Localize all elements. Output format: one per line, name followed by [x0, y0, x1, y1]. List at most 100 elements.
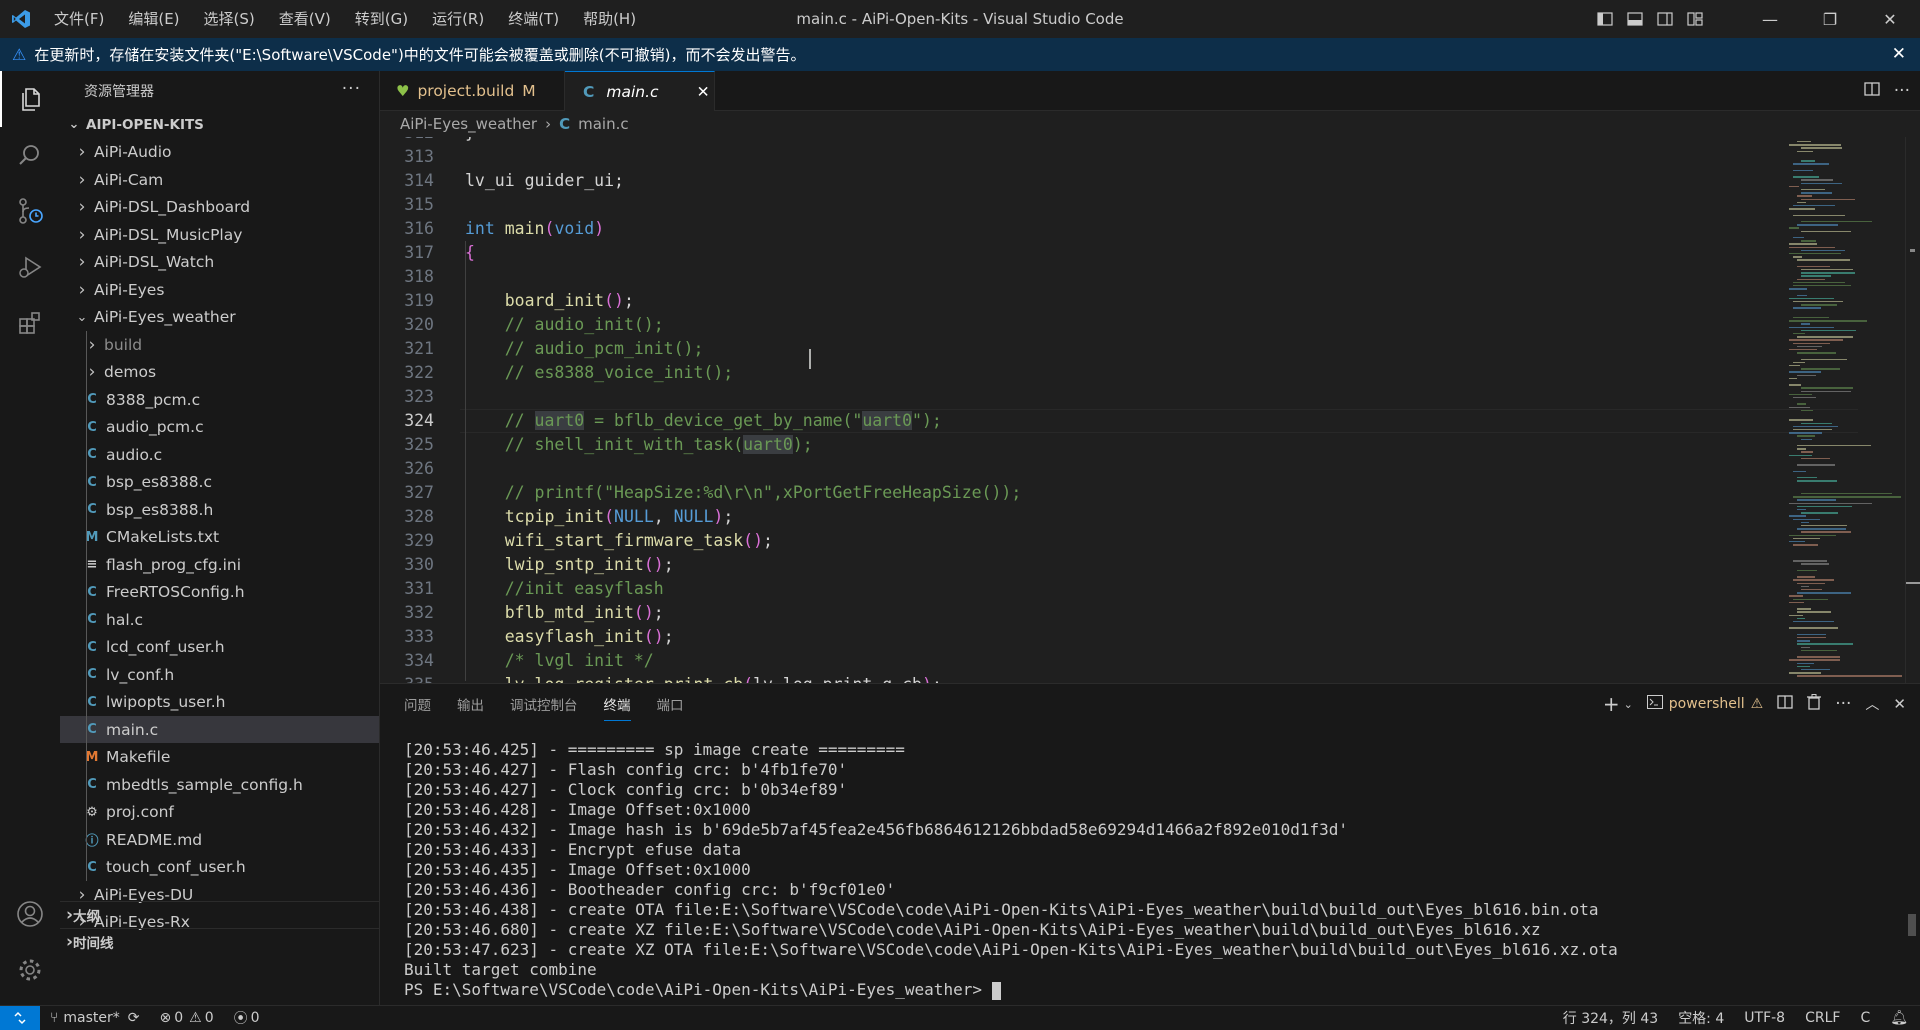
language-mode[interactable]: C [1860, 1010, 1870, 1026]
minimap[interactable] [1785, 137, 1905, 683]
line-number: 320 [404, 315, 434, 334]
tree-file[interactable]: Chal.c [60, 606, 379, 633]
panel-tab-output[interactable]: 输出 [457, 688, 484, 720]
extensions-icon[interactable] [0, 295, 60, 351]
menu-view[interactable]: 查看(V) [267, 0, 343, 38]
tree-file[interactable]: Clwipopts_user.h [60, 689, 379, 716]
maximize-panel-chevron-up-icon[interactable]: ︿ [1865, 694, 1879, 714]
tree-file[interactable]: Caudio_pcm.c [60, 414, 379, 441]
breadcrumb-file[interactable]: main.c [578, 115, 629, 133]
chevron-down-icon[interactable]: ⌄ [1624, 698, 1633, 711]
more-actions-icon[interactable]: ··· [1835, 694, 1851, 714]
tree-file[interactable]: C 8388_pcm.c [60, 386, 379, 413]
tab-project-build[interactable]: ♥ project.build M [380, 71, 565, 111]
git-branch[interactable]: master* [63, 1010, 119, 1026]
panel-tab-problems[interactable]: 问题 [404, 688, 431, 720]
run-debug-icon[interactable] [0, 239, 60, 295]
close-window-button[interactable]: ✕ [1860, 0, 1920, 38]
notifications-bell-icon[interactable]: 🔔︎ [1890, 1010, 1908, 1026]
toggle-secondary-sidebar-icon[interactable] [1650, 0, 1680, 38]
minimap-line [1797, 265, 1830, 268]
terminal-output[interactable]: [20:53:46.425] - ========= sp image crea… [404, 740, 1618, 1000]
editor-scrollbar[interactable] [1905, 137, 1920, 683]
banner-close-button[interactable]: ✕ [1892, 44, 1906, 64]
source-control-icon[interactable] [0, 183, 60, 239]
split-editor-icon[interactable] [1864, 81, 1880, 101]
end-of-line[interactable]: CRLF [1805, 1010, 1840, 1026]
indentation[interactable]: 空格: 4 [1678, 1008, 1724, 1028]
menu-file[interactable]: 文件(F) [42, 0, 116, 38]
tree-file[interactable]: ⚙ proj.conf [60, 799, 379, 826]
settings-gear-icon[interactable] [0, 942, 60, 998]
tab-main-c[interactable]: C main.c ✕ [565, 71, 715, 111]
terminal-scrollbar[interactable] [1908, 914, 1916, 936]
menu-selection[interactable]: 选择(S) [192, 0, 267, 38]
restore-button[interactable]: ❐ [1800, 0, 1860, 38]
terminal-shell-name[interactable]: powershell [1669, 696, 1745, 712]
line-number: 327 [404, 483, 434, 502]
terminal-prompt-line[interactable]: PS E:\Software\VSCode\code\AiPi-Open-Kit… [404, 980, 1618, 1000]
tree-file[interactable]: ⓘ README.md [60, 826, 379, 853]
ports-count[interactable]: 0 [251, 1010, 260, 1026]
panel-tab-debug-console[interactable]: 调试控制台 [510, 688, 578, 720]
panel-tab-ports[interactable]: 端口 [657, 688, 684, 720]
tab-label: main.c [606, 82, 659, 101]
kill-terminal-trash-icon[interactable] [1807, 694, 1822, 714]
tree-file[interactable]: Clcd_conf_user.h [60, 634, 379, 661]
more-actions-icon[interactable]: ··· [1894, 81, 1910, 101]
menu-edit[interactable]: 编辑(E) [116, 0, 191, 38]
tree-folder[interactable]: › AiPi-DSL_Watch [60, 249, 379, 276]
tree-file[interactable]: Cbsp_es8388.h [60, 496, 379, 523]
tree-file[interactable]: Clv_conf.h [60, 661, 379, 688]
explorer-icon[interactable] [0, 71, 60, 127]
tree-file[interactable]: C FreeRTOSConfig.h [60, 579, 379, 606]
remote-indicator-icon[interactable] [0, 1006, 40, 1030]
tree-file[interactable]: M Makefile [60, 744, 379, 771]
tree-file[interactable]: ≡ flash_prog_cfg.ini [60, 551, 379, 578]
accounts-icon[interactable] [0, 886, 60, 942]
toggle-primary-sidebar-icon[interactable] [1590, 0, 1620, 38]
toggle-panel-icon[interactable] [1620, 0, 1650, 38]
minimize-button[interactable]: — [1740, 0, 1800, 38]
tree-root-folder[interactable]: ⌄ AIPI-OPEN-KITS [60, 111, 379, 138]
code-editor[interactable]: 312} 313 314 lv_ui guider_ui; 315 316 int main… [380, 137, 1920, 683]
tree-folder[interactable]: › AiPi-Eyes [60, 276, 379, 303]
close-panel-icon[interactable]: ✕ [1893, 695, 1906, 713]
sync-icon[interactable]: ⟳ [128, 1010, 140, 1026]
status-bar: ⑂ master* ⟳ ⊗ 0 ⚠ 0 ⦿ 0 行 324，列 43 空格: 4… [0, 1005, 1920, 1030]
cursor-position[interactable]: 行 324，列 43 [1563, 1008, 1658, 1028]
tree-folder[interactable]: › AiPi-Cam [60, 166, 379, 193]
explorer-more-actions[interactable]: ··· [342, 79, 361, 99]
tree-folder[interactable]: › AiPi-DSL_MusicPlay [60, 221, 379, 248]
split-terminal-icon[interactable] [1777, 694, 1793, 714]
tree-file[interactable]: Cbsp_es8388.c [60, 469, 379, 496]
tree-file[interactable]: Cmain.c [60, 716, 379, 743]
encoding[interactable]: UTF-8 [1744, 1010, 1785, 1026]
token: //init easyflash [465, 579, 664, 598]
search-icon[interactable] [0, 127, 60, 183]
breadcrumb-folder[interactable]: AiPi-Eyes_weather [400, 115, 537, 133]
minimap-line [1801, 646, 1811, 648]
customize-layout-icon[interactable] [1680, 0, 1710, 38]
timeline-section[interactable]: › 时间线 [60, 928, 379, 955]
minimap-line [1789, 243, 1818, 245]
tree-file[interactable]: Cmbedtls_sample_config.h [60, 771, 379, 798]
menu-go[interactable]: 转到(G) [343, 0, 420, 38]
menu-terminal[interactable]: 终端(T) [496, 0, 571, 38]
new-terminal-icon[interactable]: + [1603, 692, 1620, 716]
warning-count[interactable]: 0 [205, 1010, 214, 1026]
menu-run[interactable]: 运行(R) [420, 0, 496, 38]
tree-file[interactable]: M CMakeLists.txt [60, 524, 379, 551]
tree-folder[interactable]: › AiPi-Audio [60, 139, 379, 166]
tree-folder[interactable]: › AiPi-DSL_Dashboard [60, 194, 379, 221]
tree-folder[interactable]: › build [60, 331, 379, 358]
tree-folder[interactable]: › demos [60, 359, 379, 386]
tree-file[interactable]: Caudio.c [60, 441, 379, 468]
tree-folder[interactable]: ⌄ AiPi-Eyes_weather [60, 304, 379, 331]
error-count[interactable]: 0 [174, 1010, 183, 1026]
outline-section[interactable]: › 大纲 [60, 901, 379, 928]
menu-help[interactable]: 帮助(H) [571, 0, 648, 38]
tab-close-button[interactable]: ✕ [697, 83, 710, 101]
panel-tab-terminal[interactable]: 终端 [603, 688, 631, 721]
tree-file[interactable]: Ctouch_conf_user.h [60, 854, 379, 881]
